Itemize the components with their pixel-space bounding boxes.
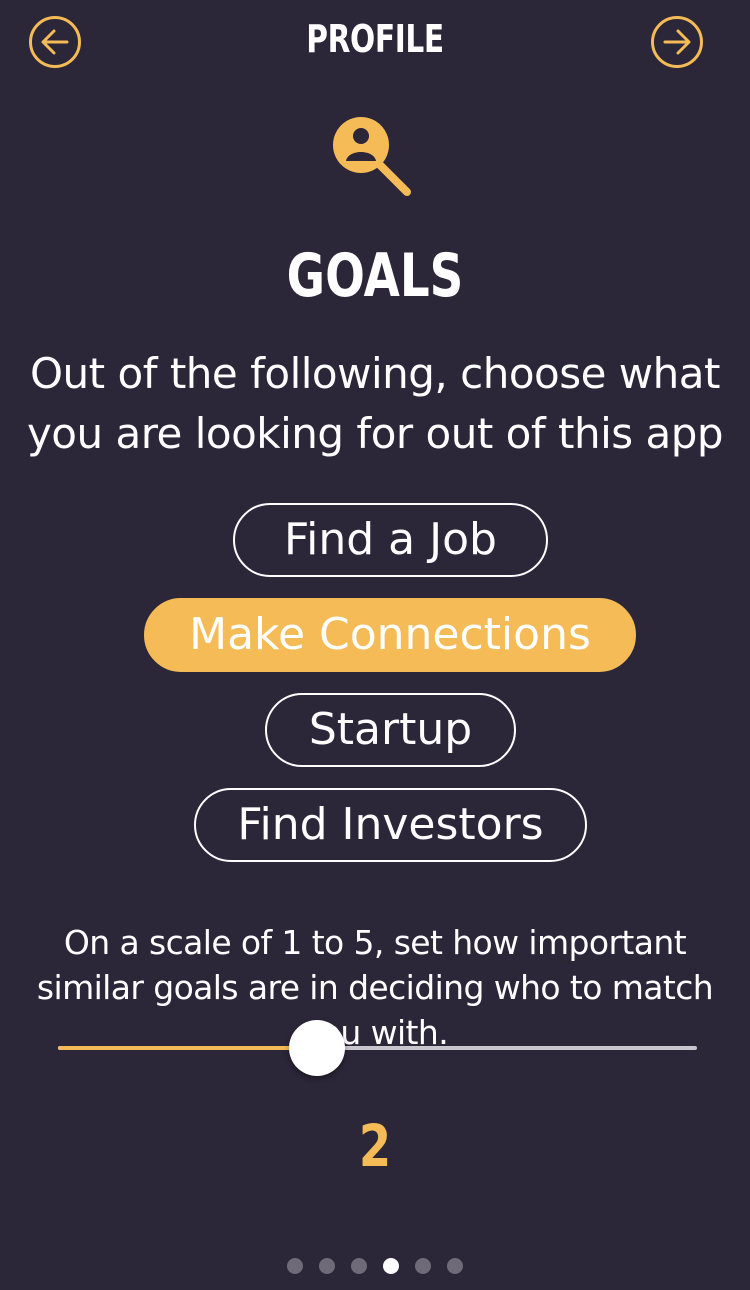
importance-slider[interactable] bbox=[58, 1020, 697, 1076]
page-dot[interactable] bbox=[319, 1258, 335, 1274]
back-button[interactable] bbox=[29, 16, 81, 68]
importance-description: On a scale of 1 to 5, set how important … bbox=[36, 923, 714, 1052]
page-dot[interactable] bbox=[351, 1258, 367, 1274]
page-dot[interactable] bbox=[383, 1258, 399, 1274]
slider-fill bbox=[58, 1046, 318, 1050]
option-make-connections[interactable]: Make Connections bbox=[144, 598, 636, 672]
section-title: GOALS bbox=[286, 241, 464, 311]
arrow-right-circle-icon bbox=[651, 16, 703, 68]
page-dot[interactable] bbox=[415, 1258, 431, 1274]
header-title: PROFILE bbox=[306, 17, 444, 61]
forward-button[interactable] bbox=[651, 16, 703, 68]
slider-thumb[interactable] bbox=[289, 1020, 346, 1076]
importance-value: 2 bbox=[358, 1112, 392, 1180]
user-search-icon bbox=[330, 115, 416, 201]
page-dot[interactable] bbox=[447, 1258, 463, 1274]
goals-prompt: Out of the following, choose what you ar… bbox=[26, 349, 724, 458]
page-indicator bbox=[287, 1258, 479, 1274]
arrow-left-circle-icon bbox=[29, 16, 81, 68]
page-dot[interactable] bbox=[287, 1258, 303, 1274]
option-startup[interactable]: Startup bbox=[265, 693, 516, 767]
option-find-investors[interactable]: Find Investors bbox=[194, 788, 587, 862]
option-find-a-job[interactable]: Find a Job bbox=[233, 503, 548, 577]
